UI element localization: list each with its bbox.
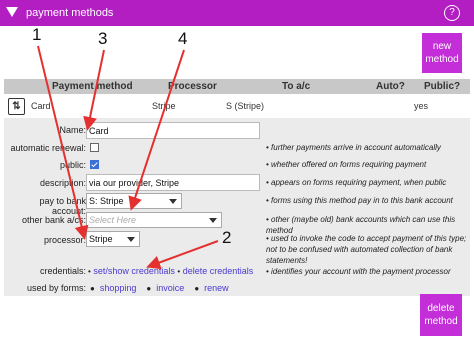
- arrow-1: [37, 45, 89, 240]
- arrow-3: [83, 49, 105, 131]
- arrow-2: [146, 240, 219, 270]
- arrow-4: [128, 49, 185, 211]
- annotation-arrows: [37, 45, 219, 270]
